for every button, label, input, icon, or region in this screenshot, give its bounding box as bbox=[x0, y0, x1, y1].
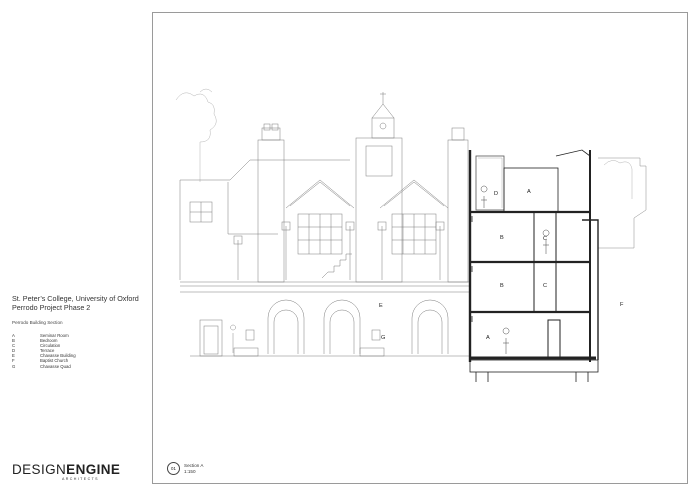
title-block: St. Peter’s College, University of Oxfor… bbox=[12, 294, 152, 369]
legend-item: G Chavasse Quad bbox=[12, 363, 71, 369]
drawing-number: 01 bbox=[167, 462, 180, 475]
section-label-b-low: B bbox=[500, 283, 504, 289]
legend: A Seminar Room B Bedroom C Circulation D Ter… bbox=[12, 333, 152, 369]
project-phase: Perrodo Project Phase 2 bbox=[12, 303, 91, 312]
person-figure bbox=[502, 327, 510, 354]
drawing-title: Perrodo Building Section bbox=[12, 320, 63, 325]
chimney-right bbox=[447, 139, 469, 283]
section-label-g: G bbox=[381, 335, 385, 341]
arcade-arches bbox=[267, 299, 449, 354]
person-figure bbox=[480, 185, 488, 208]
section-label-c-mid: C bbox=[543, 236, 547, 242]
building-section-drawing: A D B C B C A E G F bbox=[175, 88, 647, 382]
clock-tower bbox=[355, 137, 403, 283]
section-label-f: F bbox=[620, 302, 624, 308]
person-figure bbox=[230, 324, 236, 353]
drawing-label: 01 Section A 1:150 bbox=[167, 462, 203, 475]
section-label-d: D bbox=[494, 191, 498, 197]
drawing-scale: 1:150 bbox=[184, 468, 196, 474]
chimney-left bbox=[257, 139, 285, 283]
section-label-b-mid: B bbox=[500, 235, 504, 241]
baptist-church-outline bbox=[598, 157, 647, 249]
chavasse-roofline bbox=[180, 159, 449, 235]
tree-outline-right bbox=[603, 160, 633, 199]
seminar-room-upper bbox=[503, 167, 559, 213]
side-doorway bbox=[199, 319, 223, 357]
drawing-name: Section A bbox=[184, 463, 204, 469]
section-label-c-low: C bbox=[543, 283, 547, 289]
logo-subtitle: ARCHITECTS bbox=[62, 477, 99, 481]
project-college: St. Peter’s College, University of Oxfor… bbox=[12, 294, 139, 303]
design-engine-logo: DESIGNENGINE bbox=[12, 462, 121, 477]
person-figure bbox=[542, 229, 550, 254]
section-label-a-top: A bbox=[527, 189, 531, 195]
roof-terrace-enclosure bbox=[475, 155, 505, 211]
tree-outline-left bbox=[175, 88, 217, 182]
section-label-e: E bbox=[379, 303, 383, 309]
section-label-a-low: A bbox=[486, 335, 490, 341]
